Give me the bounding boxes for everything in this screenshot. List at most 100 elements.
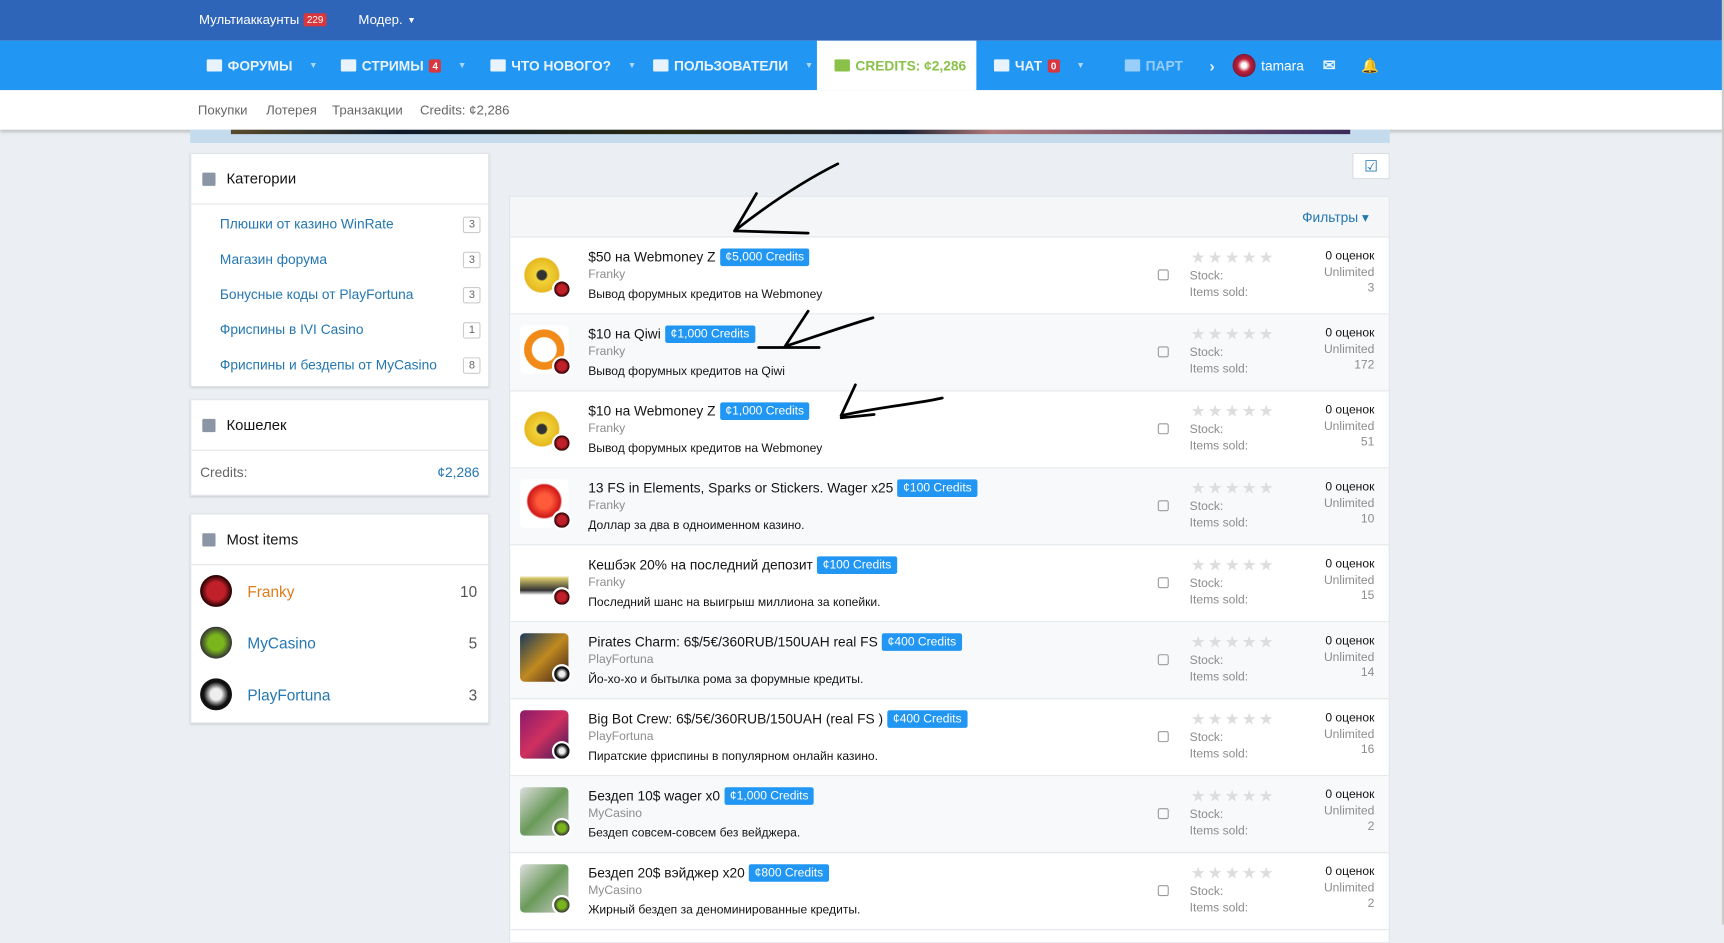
item-checkbox[interactable] bbox=[1157, 500, 1169, 512]
item-checkbox[interactable] bbox=[1157, 577, 1169, 589]
seller-avatar bbox=[551, 587, 572, 607]
stock-value: Unlimited bbox=[1323, 342, 1375, 356]
nav-partners-label: ПАРТ bbox=[1145, 57, 1183, 74]
nav-partners[interactable]: ПАРТ bbox=[1124, 41, 1183, 90]
item-author[interactable]: Franky bbox=[588, 422, 625, 435]
sub-nav: Покупки Лотерея Транзакции Credits: ¢2,2… bbox=[0, 90, 1724, 130]
stock-value: Unlimited bbox=[1323, 650, 1375, 664]
rating-stars-icon: ★★★★★ bbox=[1190, 479, 1276, 499]
filters-button[interactable]: Фильтры ▾ bbox=[1302, 208, 1369, 224]
sold-value: 3 bbox=[1367, 281, 1375, 295]
subnav-transactions[interactable]: Транзакции bbox=[332, 102, 403, 117]
mail-icon[interactable]: ✉ bbox=[1323, 41, 1336, 90]
item-author[interactable]: Franky bbox=[588, 345, 625, 358]
reviews-count: 0 оценок bbox=[1325, 480, 1375, 494]
sold-label: Items sold: bbox=[1189, 593, 1249, 607]
item-title[interactable]: $10 на Webmoney Z bbox=[588, 404, 715, 419]
nav-streams[interactable]: СТРИМЫ 4 ▼ bbox=[340, 41, 466, 90]
item-row[interactable]: $10 на Qiwi ¢1,000 Credits Franky Вывод ф… bbox=[510, 314, 1389, 392]
category-item[interactable]: Плюшки от казино WinRate 3 bbox=[191, 207, 488, 242]
item-row[interactable]: Бездеп 20$ вэйджер x20 ¢800 Credits MyCas… bbox=[510, 853, 1389, 931]
comment-icon bbox=[490, 59, 506, 72]
item-row[interactable]: $50 на Webmoney Z ¢5,000 Credits Franky В… bbox=[510, 237, 1389, 315]
item-title[interactable]: Big Bot Crew: 6$/5€/360RUB/150UAH (real … bbox=[588, 711, 883, 726]
sold-value: 10 bbox=[1360, 512, 1375, 526]
nav-chat[interactable]: ЧАТ 0 ▼ bbox=[993, 41, 1085, 90]
subnav-purchases[interactable]: Покупки bbox=[198, 102, 248, 117]
nav-streams-label: СТРИМЫ bbox=[361, 57, 424, 74]
item-row[interactable]: Бездеп 10$ wager x0 ¢1,000 Credits MyCasi… bbox=[510, 776, 1389, 854]
banner bbox=[190, 129, 1390, 143]
item-row[interactable]: Кешбэк 20% на последний депозит ¢100 Cred… bbox=[510, 545, 1389, 623]
most-item[interactable]: Franky 10 bbox=[191, 565, 488, 617]
item-author[interactable]: PlayFortuna bbox=[588, 730, 653, 743]
price-badge: ¢100 Credits bbox=[897, 479, 978, 497]
most-item[interactable]: PlayFortuna 3 bbox=[191, 668, 488, 720]
bell-icon[interactable]: 🔔 bbox=[1361, 41, 1379, 90]
most-item-name: PlayFortuna bbox=[247, 685, 331, 704]
item-checkbox[interactable] bbox=[1157, 654, 1169, 666]
category-label: Фриспины и бездепы от MyCasino bbox=[219, 357, 437, 373]
users-icon bbox=[653, 59, 669, 72]
item-checkbox[interactable] bbox=[1157, 731, 1169, 743]
item-title[interactable]: Кешбэк 20% на последний депозит bbox=[588, 557, 813, 572]
stock-label: Stock: bbox=[1189, 654, 1224, 668]
stock-value: Unlimited bbox=[1323, 265, 1375, 279]
item-title[interactable]: $50 на Webmoney Z bbox=[588, 250, 715, 265]
item-title[interactable]: Pirates Charm: 6$/5€/360RUB/150UAH real … bbox=[588, 634, 878, 649]
rating-stars-icon: ★★★★★ bbox=[1190, 248, 1276, 268]
stock-label: Stock: bbox=[1189, 346, 1224, 360]
item-title[interactable]: Бездеп 10$ wager x0 bbox=[588, 788, 720, 803]
category-item[interactable]: Бонусные коды от PlayFortuna 3 bbox=[191, 277, 488, 312]
item-checkbox[interactable] bbox=[1157, 423, 1169, 435]
stock-label: Stock: bbox=[1189, 577, 1224, 591]
item-description: Бездеп совсем-совсем без вейджера. bbox=[588, 826, 801, 841]
multiaccounts-link[interactable]: Мультиаккаунты 229 bbox=[199, 12, 327, 27]
sold-value: 15 bbox=[1360, 589, 1375, 603]
sold-value: 16 bbox=[1360, 743, 1375, 757]
subnav-credits[interactable]: Credits: ¢2,286 bbox=[420, 102, 509, 117]
item-checkbox[interactable] bbox=[1157, 885, 1169, 897]
item-author[interactable]: PlayFortuna bbox=[588, 653, 653, 666]
subnav-lottery[interactable]: Лотерея bbox=[266, 102, 317, 117]
item-row[interactable]: Pirates Charm: 6$/5€/360RUB/150UAH real … bbox=[510, 622, 1389, 700]
item-author[interactable]: MyCasino bbox=[588, 807, 642, 820]
item-title[interactable]: $10 на Qiwi bbox=[588, 327, 661, 342]
category-item[interactable]: Фриспины в IVI Casino 1 bbox=[191, 312, 488, 347]
main-nav: ФОРУМЫ ▼ СТРИМЫ 4 ▼ ЧТО НОВОГО? ▼ ПОЛЬЗОВАТЕ… bbox=[0, 40, 1724, 91]
nav-whatsnew-label: ЧТО НОВОГО? bbox=[511, 57, 612, 74]
item-row[interactable]: Big Bot Crew: 6$/5€/360RUB/150UAH (real … bbox=[510, 699, 1389, 777]
price-badge: ¢1,000 Credits bbox=[724, 787, 815, 805]
item-checkbox[interactable] bbox=[1157, 269, 1169, 281]
item-title[interactable]: 13 FS in Elements, Sparks or Stickers. W… bbox=[588, 480, 893, 495]
select-toggle-button[interactable]: ☑ bbox=[1352, 152, 1390, 180]
most-item-count: 10 bbox=[460, 582, 478, 600]
most-item[interactable]: MyCasino 5 bbox=[191, 617, 488, 669]
item-row[interactable]: 13 FS in Elements, Sparks or Stickers. W… bbox=[510, 468, 1389, 546]
caret-icon: ▼ bbox=[804, 60, 814, 71]
price-badge: ¢1,000 Credits bbox=[719, 402, 810, 421]
moder-menu[interactable]: Модер. ▼ bbox=[358, 12, 415, 27]
item-title[interactable]: Бездеп 20$ вэйджер x20 bbox=[588, 865, 745, 880]
item-author[interactable]: Franky bbox=[588, 499, 625, 512]
item-row[interactable]: $10 на Webmoney Z ¢1,000 Credits Franky В… bbox=[510, 391, 1389, 469]
sold-label: Items sold: bbox=[1189, 747, 1249, 761]
category-item[interactable]: Фриспины и бездепы от MyCasino 8 bbox=[191, 347, 488, 382]
reviews-count: 0 оценок bbox=[1325, 634, 1375, 648]
item-author[interactable]: Franky bbox=[588, 576, 625, 589]
item-checkbox[interactable] bbox=[1157, 808, 1169, 820]
nav-forums[interactable]: ФОРУМЫ ▼ bbox=[206, 41, 318, 90]
category-item[interactable]: Магазин форума 3 bbox=[191, 242, 488, 277]
item-author[interactable]: Franky bbox=[588, 268, 625, 281]
item-checkbox[interactable] bbox=[1157, 346, 1169, 358]
user-menu[interactable]: tamara bbox=[1232, 41, 1304, 90]
item-description: Вывод форумных кредитов на Webmoney bbox=[588, 288, 823, 302]
nav-users[interactable]: ПОЛЬЗОВАТЕЛИ ▼ bbox=[653, 41, 813, 90]
nav-credits[interactable]: CREDITS: ¢2,286 bbox=[816, 40, 977, 91]
username: tamara bbox=[1261, 57, 1304, 74]
item-author[interactable]: MyCasino bbox=[588, 884, 642, 897]
reviews-count: 0 оценок bbox=[1325, 326, 1375, 340]
wallet-value[interactable]: ¢2,286 bbox=[437, 465, 479, 480]
nav-scroll-right[interactable]: › bbox=[1209, 41, 1214, 90]
nav-whatsnew[interactable]: ЧТО НОВОГО? ▼ bbox=[490, 41, 636, 90]
